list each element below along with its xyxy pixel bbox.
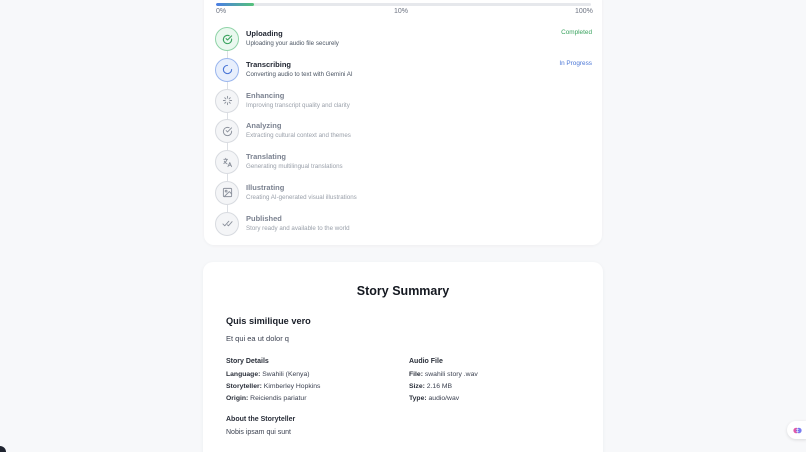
- step-description: Improving transcript quality and clarity: [246, 101, 350, 109]
- storyteller-row: Storyteller: Kimberley Hopkins: [226, 383, 320, 390]
- about-storyteller-heading: About the Storyteller: [226, 416, 296, 423]
- about-storyteller-text: Nobis ipsam qui sunt: [226, 429, 291, 436]
- file-row: File: swahili story .wav: [409, 371, 478, 378]
- spinner-icon: [215, 57, 239, 82]
- step-title: Published: [246, 213, 282, 223]
- step-description: Creating AI-generated visual illustratio…: [246, 193, 357, 201]
- progress-label-current: 10%: [394, 8, 409, 15]
- sparkle-icon: [215, 88, 239, 113]
- step-title: Enhancing: [246, 90, 285, 100]
- step-description: Converting audio to text with Gemini AI: [246, 70, 353, 78]
- step-transcribing: Transcribing Converting audio to text wi…: [215, 57, 592, 89]
- page-corner: [0, 446, 6, 452]
- step-published: Published Story ready and available to t…: [215, 211, 592, 243]
- step-title: Analyzing: [246, 121, 282, 131]
- image-icon: [215, 180, 239, 205]
- story-subtitle: Et qui ea ut dolor q: [226, 334, 289, 343]
- check-circle-icon: [215, 119, 239, 144]
- language-label: Language:: [226, 371, 261, 378]
- step-title: Transcribing: [246, 59, 292, 69]
- step-title: Illustrating: [246, 182, 285, 192]
- double-check-icon: [215, 211, 239, 236]
- type-value: audio/wav: [428, 395, 460, 402]
- storyteller-value: Kimberley Hopkins: [263, 383, 321, 390]
- translate-icon: [215, 150, 239, 175]
- step-enhancing: Enhancing Improving transcript quality a…: [215, 88, 592, 120]
- step-description: Story ready and available to the world: [246, 224, 350, 232]
- progress-label-end: 100%: [575, 8, 593, 15]
- step-description: Extracting cultural context and themes: [246, 132, 351, 140]
- size-label: Size:: [409, 383, 425, 390]
- origin-value: Reiciendis pariatur: [250, 395, 307, 402]
- step-title: Translating: [246, 152, 287, 162]
- step-status: Completed: [561, 29, 592, 36]
- step-analyzing: Analyzing Extracting cultural context an…: [215, 119, 592, 151]
- storyteller-label: Storyteller:: [226, 383, 262, 390]
- progress-bar-fill: [216, 3, 254, 6]
- story-title: Quis similique vero: [226, 316, 311, 326]
- step-description: Generating multilingual translations: [246, 163, 343, 171]
- step-status: In Progress: [559, 59, 592, 67]
- step-uploading: Uploading Uploading your audio file secu…: [215, 27, 592, 58]
- type-row: Type: audio/wav: [409, 395, 459, 402]
- check-circle-icon: [215, 27, 239, 51]
- step-title: Uploading: [246, 29, 283, 38]
- file-value: swahili story .wav: [424, 371, 478, 378]
- story-details-heading: Story Details: [226, 358, 269, 365]
- pipeline-steps: Uploading Uploading your audio file secu…: [215, 27, 592, 243]
- language-value: Swahili (Kenya): [262, 371, 310, 378]
- size-value: 2.16 MB: [426, 383, 453, 390]
- step-illustrating: Illustrating Creating AI-generated visua…: [215, 180, 592, 212]
- step-description: Uploading your audio file securely: [246, 40, 339, 47]
- progress-label-start: 0%: [216, 8, 227, 15]
- step-translating: Translating Generating multilingual tran…: [215, 150, 592, 182]
- progress-bar: [216, 3, 591, 6]
- assistant-button[interactable]: [787, 421, 806, 439]
- origin-label: Origin:: [226, 395, 249, 402]
- type-label: Type:: [409, 395, 427, 402]
- origin-row: Origin: Reiciendis pariatur: [226, 395, 306, 402]
- brain-icon: [792, 427, 802, 433]
- size-row: Size: 2.16 MB: [409, 383, 452, 390]
- file-label: File:: [409, 371, 423, 378]
- language-row: Language: Swahili (Kenya): [226, 371, 310, 378]
- summary-title: Story Summary: [356, 284, 450, 298]
- story-summary-card: Story Summary Quis similique vero Et qui…: [203, 262, 603, 452]
- audio-file-heading: Audio File: [409, 358, 443, 365]
